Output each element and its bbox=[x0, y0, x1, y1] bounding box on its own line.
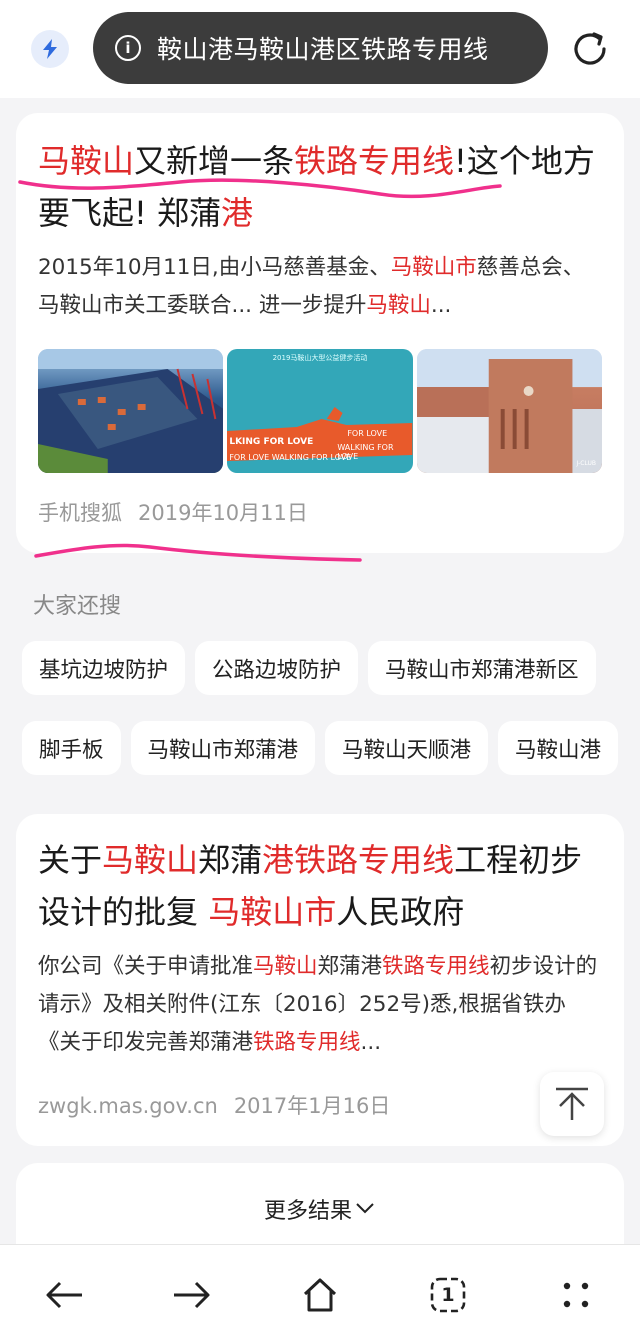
thumbnail-row[interactable]: 2019马鞍山大型公益健步活动 FOR LOVE WALKING FOR LOV… bbox=[38, 349, 602, 473]
more-results-button[interactable]: 更多结果 bbox=[16, 1163, 624, 1253]
text-segment: ... bbox=[430, 293, 452, 318]
thumbnail-building[interactable]: J-CLUB bbox=[416, 349, 602, 473]
address-bar[interactable]: i 鞍山港马鞍山港区铁路专用线 bbox=[93, 12, 548, 84]
result-source: zwgk.mas.gov.cn bbox=[38, 1094, 218, 1118]
text-segment: 2015年10月11日,由小马慈善基金、 bbox=[38, 255, 391, 280]
highlighted-keyword: 铁路专用线 bbox=[294, 142, 455, 180]
scroll-top-button[interactable] bbox=[540, 1072, 604, 1136]
highlighted-keyword: 铁路专用线 bbox=[382, 954, 490, 979]
info-icon[interactable]: i bbox=[115, 35, 141, 61]
text-segment: 郑蒲港 bbox=[317, 954, 383, 979]
result-source: 手机搜狐 bbox=[38, 501, 122, 525]
highlighted-keyword: 马鞍山 bbox=[366, 293, 431, 318]
top-bar: i 鞍山港马鞍山港区铁路专用线 bbox=[0, 0, 640, 98]
highlighted-keyword: 马鞍山 bbox=[102, 841, 199, 879]
highlighted-keyword: 港铁路专用线 bbox=[262, 841, 455, 879]
text-segment: 关于 bbox=[38, 841, 103, 879]
result-snippet: 你公司《关于申请批准马鞍山郑蒲港铁路专用线初步设计的请示》及相关附件(江东〔20… bbox=[38, 948, 598, 1062]
text-segment: ... bbox=[360, 1030, 382, 1055]
result-title[interactable]: 关于马鞍山郑蒲港铁路专用线工程初步设计的批复 马鞍山市人民政府 bbox=[38, 834, 602, 938]
thumbnail-caption: LKING FOR LOVE bbox=[229, 437, 314, 447]
bolt-icon[interactable] bbox=[31, 30, 69, 68]
result-date: 2017年1月16日 bbox=[233, 1094, 391, 1118]
result-meta: zwgk.mas.gov.cn 2017年1月16日 bbox=[38, 1090, 390, 1120]
related-search-chip[interactable]: 基坑边坡防护 bbox=[22, 641, 186, 695]
arrow-up-icon bbox=[556, 1087, 588, 1120]
highlighted-keyword: 马鞍山 bbox=[253, 954, 318, 979]
forward-arrow-icon[interactable] bbox=[168, 1271, 216, 1319]
reload-icon[interactable] bbox=[568, 27, 612, 71]
highlighted-keyword: 马鞍山市 bbox=[390, 255, 477, 280]
thumbnail-watermark: J-CLUB bbox=[576, 460, 596, 467]
thumbnail-walk[interactable]: 2019马鞍山大型公益健步活动 FOR LOVE WALKING FOR LOV… bbox=[227, 349, 413, 473]
thumbnail-port[interactable] bbox=[38, 349, 224, 473]
result-meta: 手机搜狐 2019年10月11日 bbox=[38, 497, 308, 527]
bottom-nav: 1 bbox=[0, 1244, 640, 1343]
result-card-2[interactable]: 关于马鞍山郑蒲港铁路专用线工程初步设计的批复 马鞍山市人民政府 你公司《关于申请… bbox=[16, 814, 624, 1146]
highlighted-keyword: 马鞍山 bbox=[38, 142, 135, 180]
home-icon[interactable] bbox=[296, 1271, 344, 1319]
related-chips-row-1: 基坑边坡防护 公路边坡防护 马鞍山市郑蒲港新区 bbox=[22, 641, 596, 695]
related-chips-row-2: 脚手板 马鞍山市郑蒲港 马鞍山天顺港 马鞍山港 bbox=[22, 721, 619, 775]
result-card-1[interactable]: 马鞍山又新增一条铁路专用线!这个地方要飞起! 郑蒲港 2015年10月11日,由… bbox=[16, 113, 624, 553]
highlighted-keyword: 港 bbox=[221, 194, 254, 232]
related-search-chip[interactable]: 马鞍山市郑蒲港 bbox=[130, 721, 316, 775]
highlighted-keyword: 铁路专用线 bbox=[253, 1030, 361, 1055]
more-dots-icon[interactable] bbox=[552, 1271, 600, 1319]
text-segment: 郑蒲 bbox=[198, 841, 263, 879]
address-text: 鞍山港马鞍山港区铁路专用线 bbox=[157, 35, 489, 64]
tab-count: 1 bbox=[441, 1284, 455, 1306]
related-search-chip[interactable]: 公路边坡防护 bbox=[195, 641, 359, 695]
result-date: 2019年10月11日 bbox=[138, 501, 308, 525]
related-search-chip[interactable]: 脚手板 bbox=[22, 721, 121, 775]
related-searches-label: 大家还搜 bbox=[33, 594, 122, 619]
related-search-chip[interactable]: 马鞍山天顺港 bbox=[325, 721, 489, 775]
thumbnail-caption: FOR LOVE WALKING FOR LOVE bbox=[229, 453, 352, 462]
text-segment: 你公司《关于申请批准 bbox=[38, 954, 254, 979]
thumbnail-caption: FOR LOVE bbox=[347, 429, 388, 438]
result-snippet: 2015年10月11日,由小马慈善基金、马鞍山市慈善总会、马鞍山市关工委联合..… bbox=[38, 249, 602, 325]
related-search-chip[interactable]: 马鞍山港 bbox=[498, 721, 619, 775]
chevron-down-icon bbox=[356, 1203, 374, 1214]
tabs-icon[interactable]: 1 bbox=[424, 1271, 472, 1319]
related-search-chip[interactable]: 马鞍山市郑蒲港新区 bbox=[368, 641, 596, 695]
result-title[interactable]: 马鞍山又新增一条铁路专用线!这个地方要飞起! 郑蒲港 bbox=[38, 135, 602, 239]
highlighted-keyword: 马鞍山市 bbox=[208, 893, 337, 931]
text-segment: 又新增一条 bbox=[134, 142, 295, 180]
back-arrow-icon[interactable] bbox=[40, 1271, 88, 1319]
text-segment: 人民政府 bbox=[336, 893, 465, 931]
